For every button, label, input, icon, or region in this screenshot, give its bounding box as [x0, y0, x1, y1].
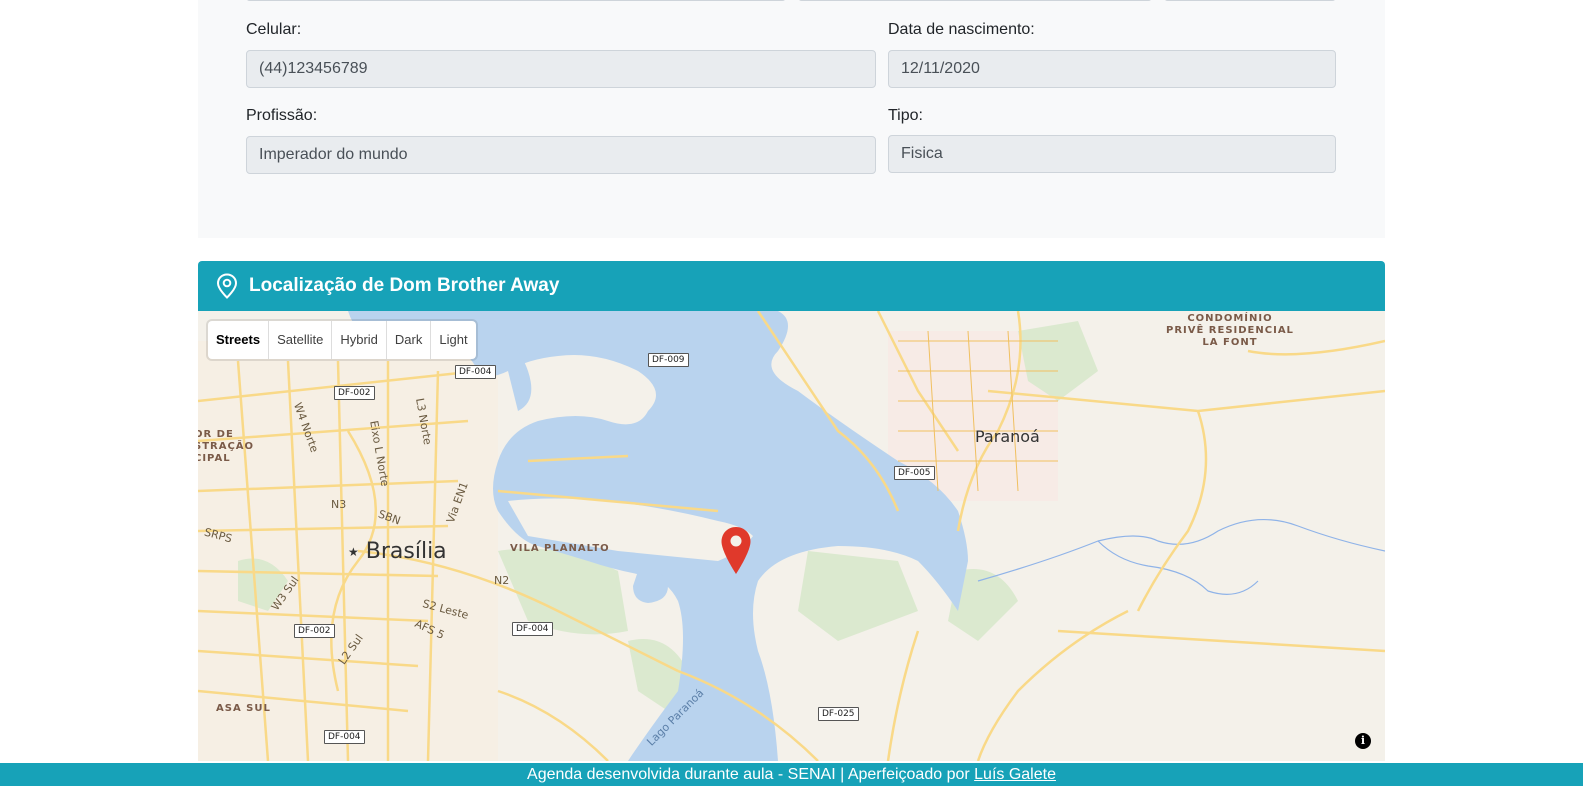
map-style-satellite[interactable]: Satellite	[269, 321, 333, 359]
label-paranoa: Paranoá	[975, 427, 1040, 446]
label-asa-sul: ASA SUL	[216, 703, 271, 714]
shield-df005: DF-005	[894, 466, 935, 480]
map-view[interactable]: Streets Satellite Hybrid Dark Light ★ Br…	[198, 311, 1385, 761]
shield-df009: DF-009	[648, 353, 689, 367]
label-condominio: CONDOMÍNIO PRIVÊ RESIDENCIAL LA FONT	[1166, 313, 1294, 349]
shield-df025: DF-025	[818, 707, 859, 721]
road-n2: N2	[494, 574, 510, 587]
page-footer: Agenda desenvolvida durante aula - SENAI…	[0, 763, 1583, 786]
location-card: Localização de Dom Brother Away Streets …	[198, 261, 1385, 761]
shield-df004: DF-004	[455, 365, 496, 379]
client-details-panel: Celular: (44)123456789 Data de nasciment…	[198, 0, 1385, 238]
label-admin-line3: CIPAL	[198, 453, 231, 464]
map-style-switcher: Streets Satellite Hybrid Dark Light	[208, 321, 476, 359]
label-brasilia-text: Brasília	[365, 539, 447, 564]
previous-field-edge	[798, 0, 1152, 1]
info-icon[interactable]: i	[1355, 733, 1371, 749]
profissao-field[interactable]: Imperador do mundo	[246, 136, 876, 174]
location-card-header: Localização de Dom Brother Away	[198, 261, 1385, 311]
road-n3: N3	[331, 498, 347, 511]
tipo-field[interactable]: Fisica	[888, 135, 1336, 173]
label-condominio-line2: PRIVÊ RESIDENCIAL	[1166, 325, 1294, 336]
label-admin: OR DE STRAÇÃO CIPAL	[198, 429, 254, 465]
footer-text: Agenda desenvolvida durante aula - SENAI…	[527, 766, 975, 783]
map-style-light[interactable]: Light	[431, 321, 475, 359]
label-vila-planalto: VILA PLANALTO	[510, 543, 610, 554]
label-admin-line2: STRAÇÃO	[198, 441, 255, 452]
location-marker-icon[interactable]	[720, 526, 752, 576]
shield-df004: DF-004	[324, 730, 365, 744]
tipo-label: Tipo:	[888, 107, 923, 124]
shield-df002: DF-002	[334, 386, 375, 400]
celular-label: Celular:	[246, 21, 302, 38]
celular-field[interactable]: (44)123456789	[246, 50, 876, 88]
label-condominio-line1: CONDOMÍNIO	[1187, 313, 1273, 324]
map-pin-outline-icon	[216, 273, 238, 299]
profissao-label: Profissão:	[246, 107, 318, 124]
label-brasilia: ★ Brasília	[348, 539, 447, 564]
author-link[interactable]: Luís Galete	[974, 766, 1056, 783]
map-style-dark[interactable]: Dark	[387, 321, 432, 359]
shield-df002: DF-002	[294, 624, 335, 638]
previous-field-edge	[246, 0, 786, 1]
shield-df004: DF-004	[512, 622, 553, 636]
label-condominio-line3: LA FONT	[1202, 337, 1258, 348]
map-style-streets[interactable]: Streets	[208, 321, 270, 359]
location-card-title: Localização de Dom Brother Away	[249, 275, 560, 296]
nascimento-field[interactable]: 12/11/2020	[888, 50, 1336, 88]
map-style-hybrid[interactable]: Hybrid	[332, 321, 387, 359]
nascimento-label: Data de nascimento:	[888, 21, 1035, 38]
capital-star-icon: ★	[348, 545, 359, 559]
label-admin-line1: OR DE	[198, 429, 234, 440]
previous-field-edge	[1164, 0, 1336, 1]
map-canvas[interactable]	[198, 311, 1385, 761]
